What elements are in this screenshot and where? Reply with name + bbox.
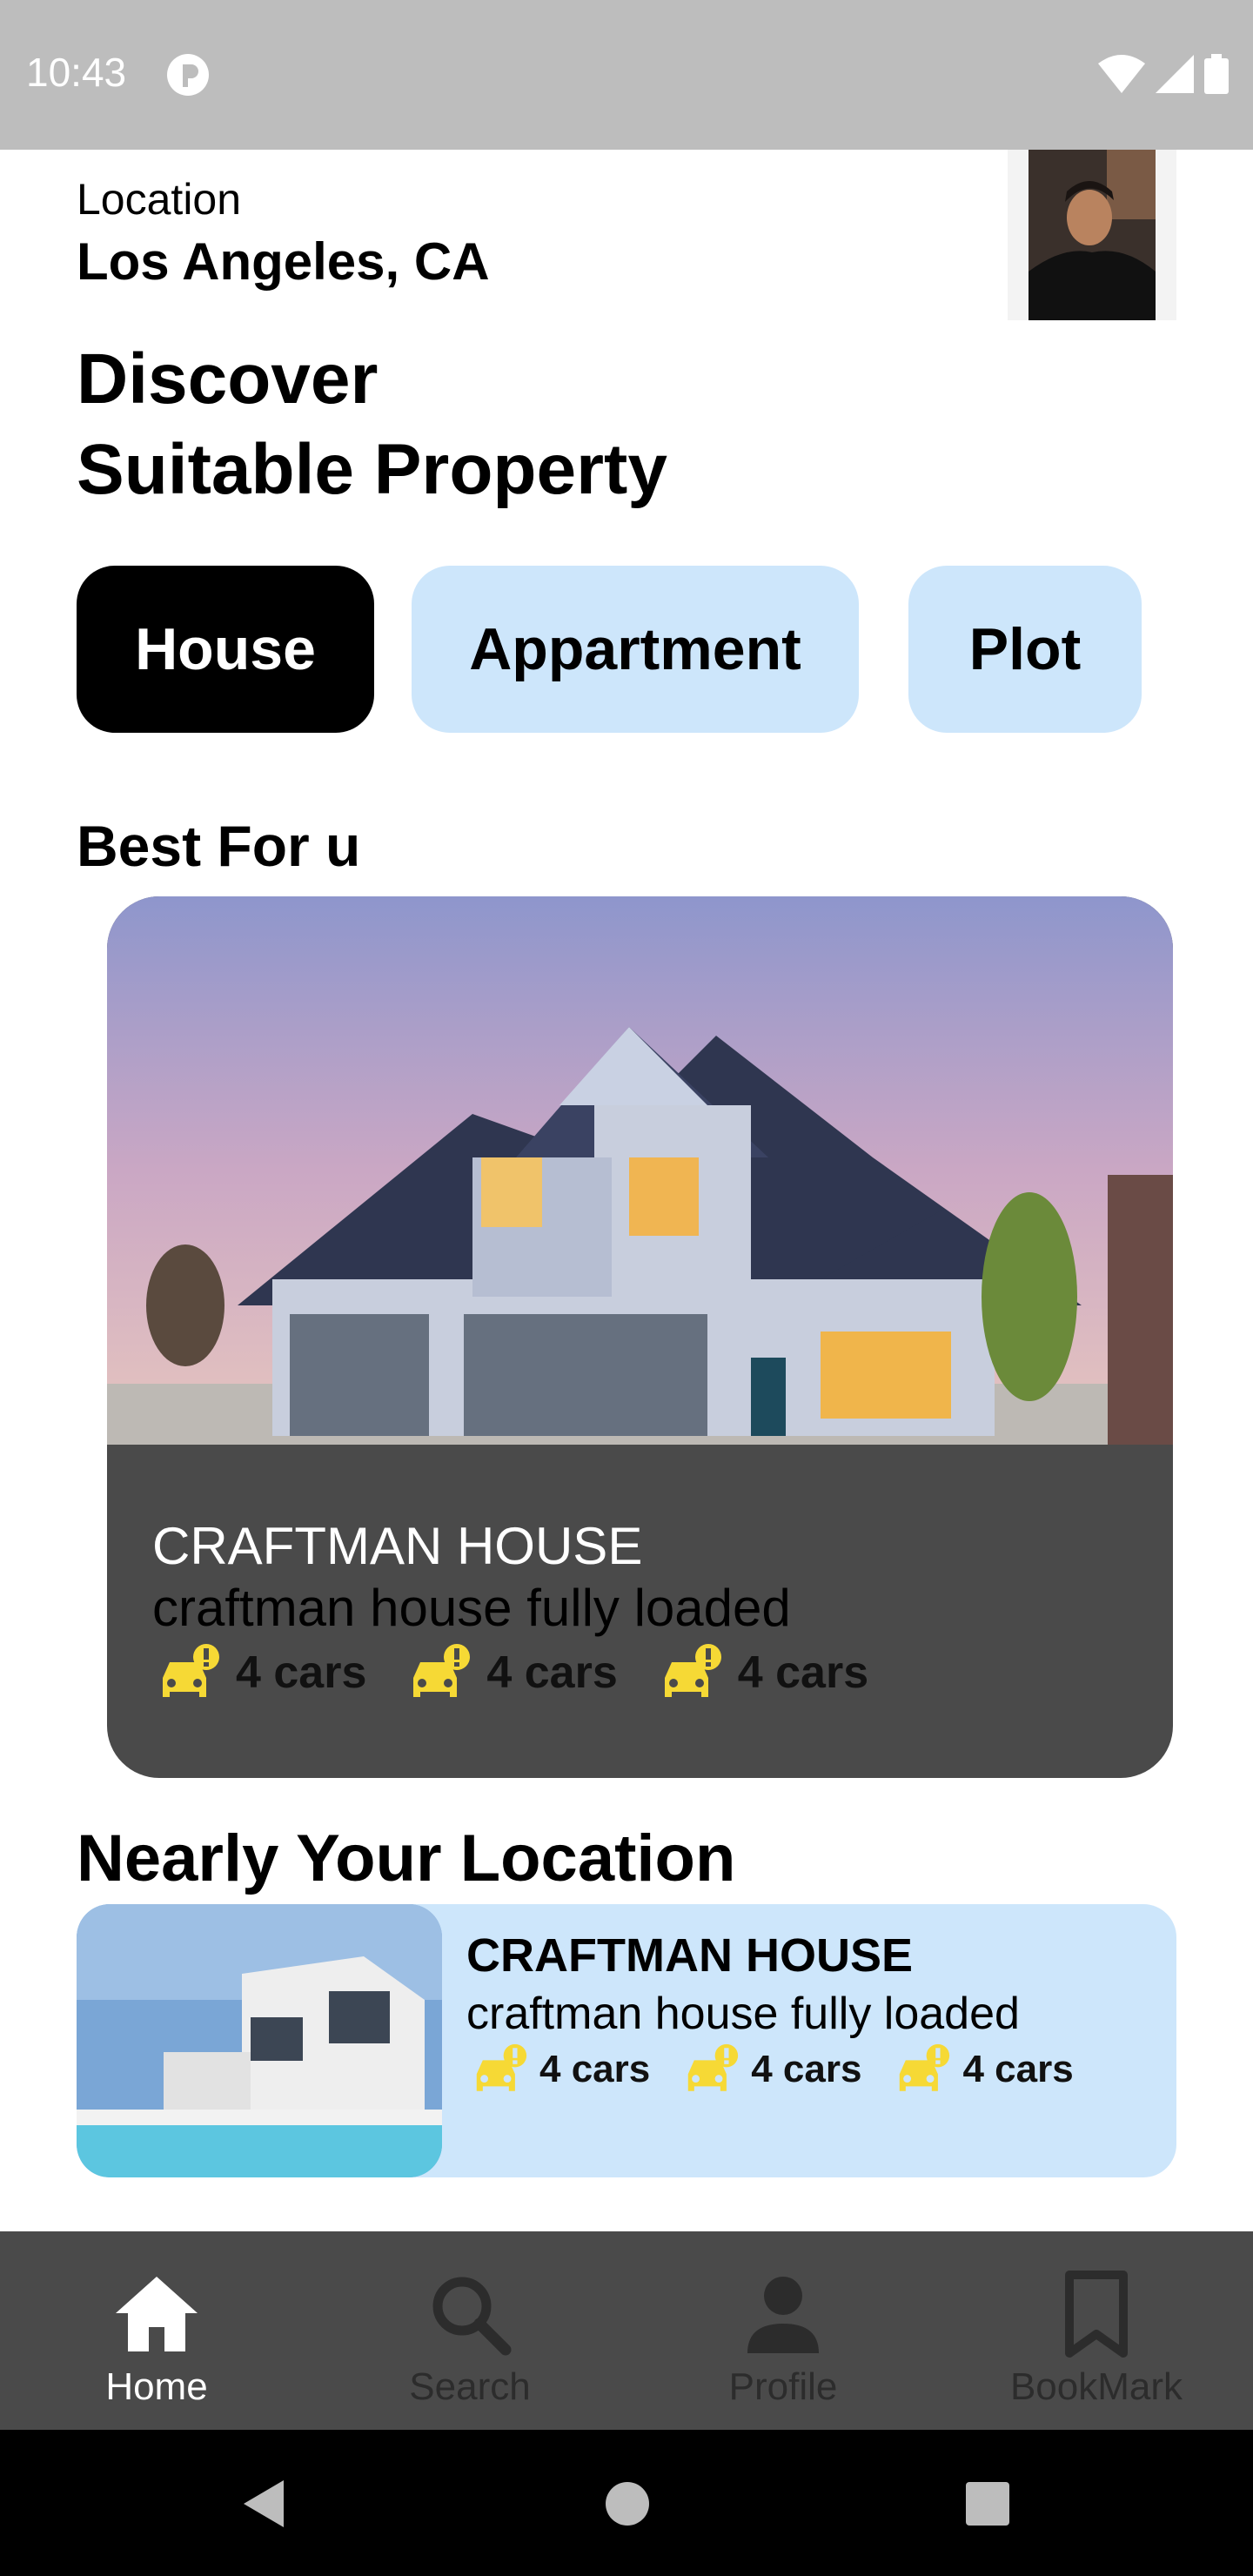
avatar[interactable] <box>1008 150 1176 320</box>
search-icon <box>432 2277 512 2356</box>
status-bar: 10:43 <box>0 0 1253 150</box>
nav-search[interactable]: Search <box>313 2231 626 2430</box>
bottom-nav: Home Search Profile BookMark <box>0 2231 1253 2430</box>
amenity-label: 4 cars <box>751 2048 862 2090</box>
category-chip-appartment[interactable]: Appartment <box>412 566 859 733</box>
best-section-title: Best For u <box>77 814 361 878</box>
villa-photo <box>77 1904 442 2177</box>
status-icons <box>1098 54 1229 94</box>
amenity-label: 4 cars <box>486 1647 618 1698</box>
status-time: 10:43 <box>26 50 127 95</box>
avatar-photo <box>1029 150 1156 320</box>
bookmark-icon <box>1065 2271 1128 2358</box>
home-circle-icon[interactable] <box>597 2473 658 2534</box>
car-alert-icon <box>664 1644 721 1697</box>
featured-title: CRAFTMAN HOUSE <box>152 1517 643 1575</box>
featured-amenities: 4 cars 4 cars 4 cars <box>157 1643 910 1702</box>
category-chip-plot[interactable]: Plot <box>908 566 1142 733</box>
car-alert-icon <box>900 2043 950 2091</box>
amenity-item: 4 cars <box>157 1643 366 1702</box>
car-alert-icon <box>687 2043 739 2091</box>
nav-home-label: Home <box>105 2365 208 2408</box>
recents-icon[interactable] <box>957 2473 1018 2534</box>
amenity-item: 4 cars <box>660 1643 868 1702</box>
car-alert-icon <box>163 1644 219 1697</box>
headline-line-1: Discover <box>77 339 379 419</box>
person-icon <box>747 2277 819 2353</box>
amenity-label: 4 cars <box>539 2048 651 2090</box>
wifi-icon <box>1098 55 1145 93</box>
headline-line-2: Suitable Property <box>77 430 667 509</box>
amenity-item: 4 cars <box>408 1643 618 1702</box>
signal-icon <box>1156 55 1194 93</box>
house-photo <box>107 896 1173 1445</box>
nav-bookmark-label: BookMark <box>1009 2365 1183 2408</box>
home-icon <box>116 2277 198 2351</box>
location-label: Location <box>77 175 242 224</box>
amenity-item: 4 cars <box>472 2043 650 2096</box>
nav-profile[interactable]: Profile <box>626 2231 940 2430</box>
amenity-item: 4 cars <box>895 2043 1074 2096</box>
category-chip-house[interactable]: House <box>77 566 374 733</box>
nearby-title: CRAFTMAN HOUSE <box>466 1929 913 1982</box>
nav-home[interactable]: Home <box>0 2231 313 2430</box>
featured-property-card[interactable]: CRAFTMAN HOUSE craftman house fully load… <box>107 896 1173 1778</box>
nav-search-label: Search <box>409 2365 531 2408</box>
nearby-subtitle: craftman house fully loaded <box>466 1989 1020 2039</box>
nearby-amenities: 4 cars 4 cars 4 cars <box>472 2043 1107 2096</box>
car-alert-icon <box>476 2043 527 2091</box>
amenity-label: 4 cars <box>737 1647 869 1698</box>
battery-icon <box>1204 54 1229 94</box>
car-alert-icon <box>413 1644 471 1697</box>
system-nav-bar <box>0 2430 1253 2576</box>
location-value[interactable]: Los Angeles, CA <box>77 231 490 292</box>
amenity-label: 4 cars <box>236 1647 367 1698</box>
amenity-label: 4 cars <box>962 2048 1074 2090</box>
page-headline: Discover Suitable Property <box>77 334 667 515</box>
nav-bookmark[interactable]: BookMark <box>940 2231 1253 2430</box>
featured-subtitle: craftman house fully loaded <box>152 1579 791 1637</box>
nav-profile-label: Profile <box>728 2365 838 2408</box>
nearby-property-card[interactable]: CRAFTMAN HOUSE craftman house fully load… <box>77 1904 1176 2177</box>
notification-icon <box>165 52 211 102</box>
back-icon[interactable] <box>235 2473 296 2534</box>
amenity-item: 4 cars <box>683 2043 861 2096</box>
nearby-section-title: Nearly Your Location <box>77 1821 736 1895</box>
